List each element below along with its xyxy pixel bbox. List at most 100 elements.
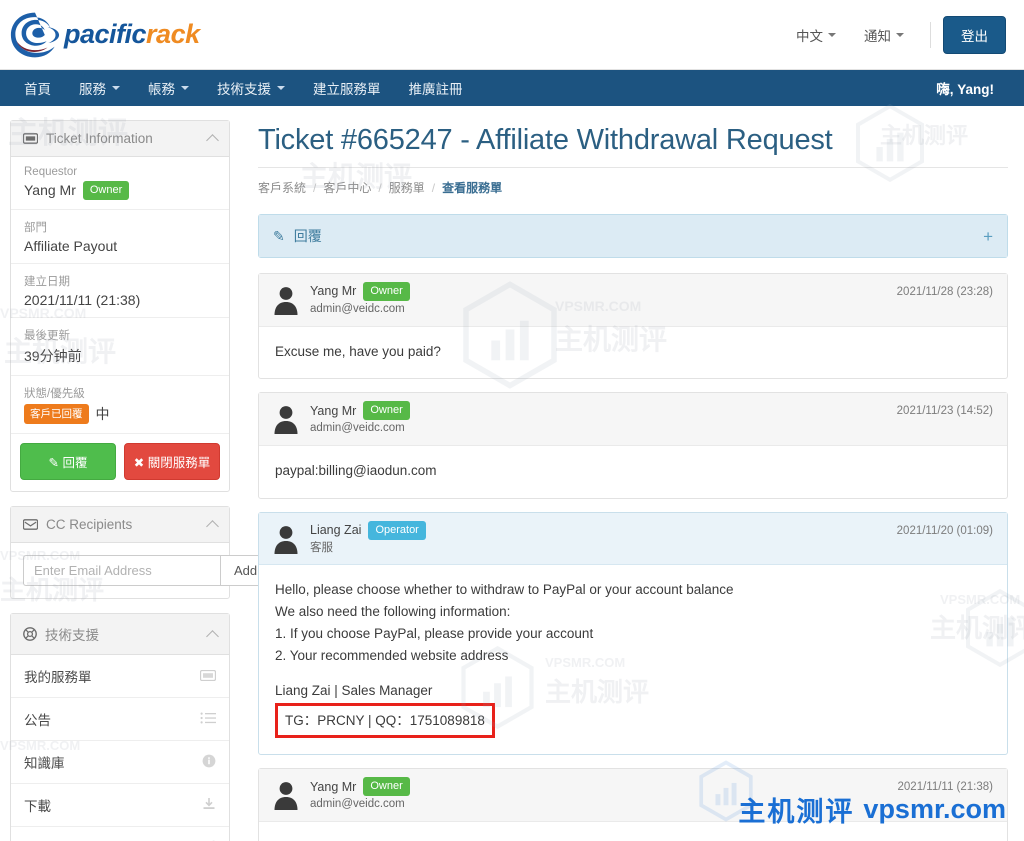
chevron-up-icon[interactable] — [206, 629, 219, 643]
avatar — [274, 286, 298, 315]
nav-item-services[interactable]: 服務 — [65, 70, 134, 106]
ticket-information-header[interactable]: Ticket Information — [11, 121, 229, 157]
info-label: 最後更新 — [24, 329, 70, 342]
main-navigation: 首頁 服務 帳務 技術支援 建立服務單 推廣註冊 嗨, Yang! — [0, 70, 1024, 106]
page-content: Ticket Information Requestor Yang Mr Own… — [0, 106, 1024, 841]
nav-label: 服務 — [79, 82, 106, 97]
nav-item-affiliate[interactable]: 推廣註冊 — [395, 70, 477, 106]
menu-item-label: 知識庫 — [24, 756, 65, 772]
info-row-created-date: 建立日期 2021/11/11 (21:38) — [11, 264, 229, 318]
nav-item-support[interactable]: 技術支援 — [203, 70, 299, 106]
nav-item-billing[interactable]: 帳務 — [134, 70, 203, 106]
owner-badge: Owner — [363, 777, 410, 797]
download-icon — [202, 797, 216, 814]
brand-name-primary: pacific — [64, 19, 147, 49]
notifications-menu[interactable]: 通知 — [850, 19, 918, 51]
chevron-down-icon — [277, 86, 285, 90]
ticket-information-panel: Ticket Information Requestor Yang Mr Own… — [10, 120, 230, 493]
message-timestamp: 2021/11/28 (23:28) — [896, 286, 993, 298]
life-ring-icon — [23, 627, 37, 641]
language-selector[interactable]: 中文 — [782, 19, 850, 51]
message-author-email: admin@veidc.com — [310, 422, 405, 435]
swirl-circle-logo-icon — [10, 12, 60, 57]
sidebar-item-downloads[interactable]: 下載 — [11, 784, 229, 828]
message-item: Yang Mr Owner admin@veidc.com 2021/11/23… — [258, 392, 1008, 499]
message-line: paypal:billing@iaodun.com — [275, 462, 437, 478]
avatar — [274, 525, 298, 554]
reply-panel-label: 回覆 — [293, 228, 322, 244]
message-author: Yang Mr — [310, 284, 357, 299]
message-line: 2. Your recommended website address — [275, 647, 509, 663]
message-header: Yang Mr Owner admin@veidc.com 2021/11/11… — [259, 769, 1007, 822]
support-menu-panel: 技術支援 我的服務單 公告 知識庫 下載 — [10, 613, 230, 841]
breadcrumb-separator: / — [431, 180, 436, 195]
info-value: 2021/11/11 (21:38) — [24, 291, 141, 308]
reply-button-label: 回覆 — [62, 456, 88, 471]
message-line: Affiliate Account Withdrawal Request. De… — [275, 836, 991, 841]
message-body: Affiliate Account Withdrawal Request. De… — [259, 822, 1007, 841]
ticket-icon — [199, 669, 217, 684]
message-body: paypal:billing@iaodun.com — [259, 446, 1007, 498]
breadcrumb-item-client-center[interactable]: 客戶中心 — [323, 179, 371, 196]
title-divider — [258, 167, 1008, 168]
nav-items: 首頁 服務 帳務 技術支援 建立服務單 推廣註冊 — [0, 70, 477, 106]
info-value: Affiliate Payout — [24, 237, 118, 254]
highlighted-contact-info: TG：PRCNY | QQ：1751089818 — [275, 702, 495, 739]
brand-logo[interactable]: pacificrack — [8, 10, 200, 60]
top-bar: pacificrack 中文 通知 登出 — [0, 0, 1024, 70]
close-ticket-button[interactable]: ✖ 關閉服務單 — [124, 443, 220, 481]
support-menu-header[interactable]: 技術支援 — [11, 614, 229, 656]
nav-label: 推廣註冊 — [408, 82, 463, 97]
info-row-status-priority: 狀態/優先級 客戶已回覆 中 — [11, 376, 229, 435]
sidebar-item-announcements[interactable]: 公告 — [11, 698, 229, 742]
breadcrumb-item-client-area[interactable]: 客戶系統 — [258, 179, 306, 196]
sidebar-item-knowledgebase[interactable]: 知識庫 — [11, 741, 229, 785]
ticket-actions: ✎ 回覆 ✖ 關閉服務單 — [11, 434, 229, 491]
message-signature: Liang Zai | Sales Manager — [275, 682, 433, 698]
chevron-down-icon — [181, 86, 189, 90]
message-author: Yang Mr — [310, 779, 357, 794]
user-menu[interactable]: 嗨, Yang! — [922, 70, 1016, 106]
plus-icon[interactable]: + — [983, 228, 993, 245]
message-author-email: admin@veidc.com — [310, 302, 405, 315]
message-line: Excuse me, have you paid? — [275, 343, 441, 359]
nav-user-area: 嗨, Yang! — [922, 70, 1024, 106]
message-body: Hello, please choose whether to withdraw… — [259, 565, 1007, 754]
message-item: Yang Mr Owner admin@veidc.com 2021/11/11… — [258, 768, 1008, 841]
cc-recipients-panel: CC Recipients Add — [10, 506, 272, 600]
cc-recipients-body: Add — [11, 543, 272, 598]
logout-button[interactable]: 登出 — [943, 15, 1006, 54]
info-row-requestor: Requestor Yang Mr Owner — [11, 157, 229, 210]
pencil-icon: ✎ — [48, 456, 59, 471]
reply-panel: ✎ 回覆 + — [258, 214, 1008, 258]
reply-panel-header[interactable]: ✎ 回覆 + — [259, 215, 1007, 257]
cc-email-input[interactable] — [23, 555, 220, 587]
main-content: Ticket #665247 - Affiliate Withdrawal Re… — [238, 106, 1024, 841]
chevron-up-icon[interactable] — [206, 134, 219, 147]
nav-item-home[interactable]: 首頁 — [10, 70, 65, 106]
chevron-up-icon[interactable] — [206, 520, 219, 533]
info-value: 39分钟前 — [24, 347, 82, 364]
notifications-label: 通知 — [864, 28, 891, 44]
reply-button[interactable]: ✎ 回覆 — [20, 443, 116, 481]
operator-badge: Operator — [368, 520, 426, 540]
info-label: 部門 — [24, 221, 47, 234]
message-line: We also need the following information: — [275, 604, 511, 620]
message-author: Liang Zai — [310, 523, 362, 538]
owner-badge: Owner — [82, 181, 130, 200]
owner-badge: Owner — [363, 401, 410, 421]
nav-item-open-ticket[interactable]: 建立服務單 — [299, 70, 395, 106]
menu-item-label: 我的服務單 — [24, 670, 92, 686]
ticket-information-body: Requestor Yang Mr Owner 部門 Affiliate Pay… — [11, 157, 229, 491]
cc-recipients-header[interactable]: CC Recipients — [11, 507, 229, 544]
message-line: 1. If you choose PayPal, please provide … — [275, 625, 594, 641]
sidebar-item-my-tickets[interactable]: 我的服務單 — [11, 655, 229, 699]
breadcrumb-separator: / — [313, 180, 317, 195]
top-bar-actions: 中文 通知 登出 — [782, 15, 1006, 54]
chevron-down-icon — [896, 32, 904, 37]
message-timestamp: 2021/11/11 (21:38) — [897, 781, 993, 794]
sidebar-item-network-status[interactable]: 服務狀態 — [11, 827, 229, 841]
breadcrumb-item-tickets[interactable]: 服務單 — [389, 179, 425, 196]
nav-label: 技術支援 — [217, 82, 271, 97]
